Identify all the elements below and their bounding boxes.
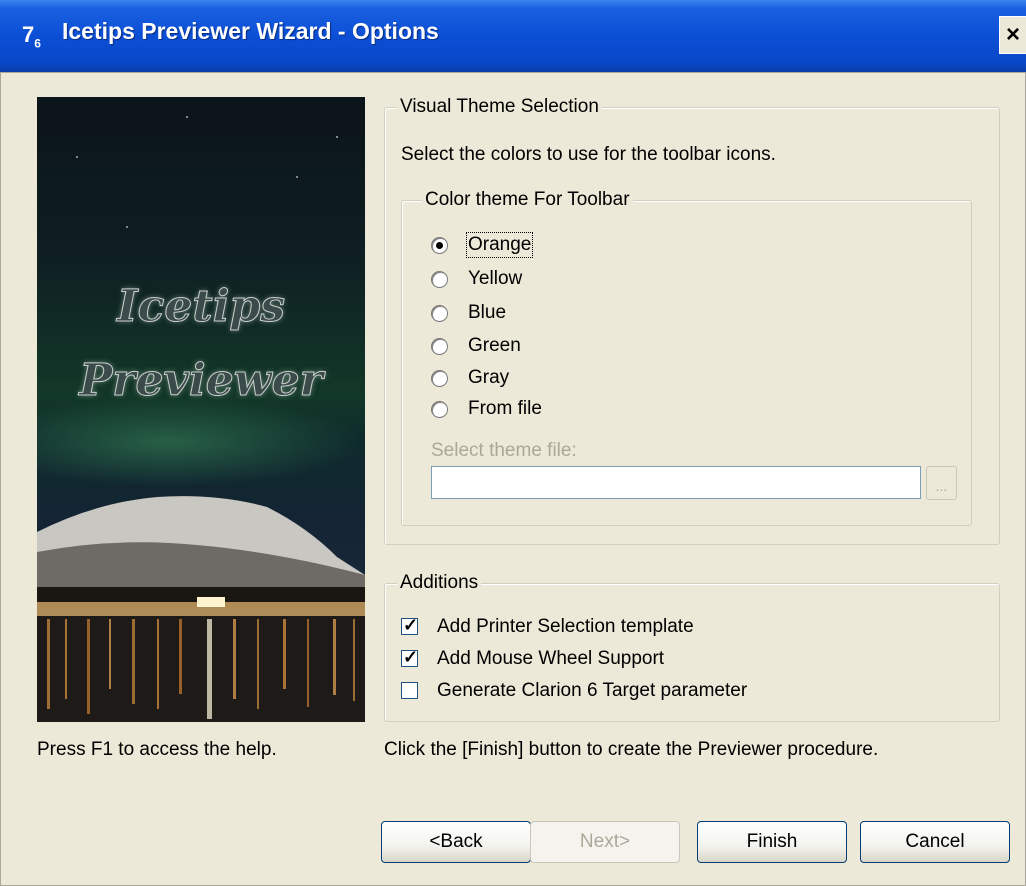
visual-theme-legend: Visual Theme Selection	[397, 96, 602, 118]
checkbox-box: ✓	[401, 647, 419, 667]
theme-file-input[interactable]	[431, 466, 921, 499]
radio-circle	[431, 401, 448, 418]
radio-label: Yellow	[468, 268, 523, 289]
checkbox-box	[401, 682, 418, 699]
window-title: Icetips Previewer Wizard - Options	[62, 18, 439, 44]
checkbox-box: ✓	[401, 615, 419, 635]
banner-image: Icetips Previewer	[37, 97, 365, 722]
back-button[interactable]: <Back	[381, 821, 531, 863]
checkbox-label: Add Mouse Wheel Support	[437, 648, 665, 669]
theme-instruction: Select the colors to use for the toolbar…	[401, 144, 776, 165]
radio-circle	[431, 370, 448, 387]
check-icon: ✓	[403, 615, 419, 635]
radio-label: Gray	[468, 367, 510, 388]
radio-label: Blue	[468, 302, 507, 323]
radio-label: Green	[468, 335, 521, 356]
browse-button[interactable]: ...	[926, 466, 957, 500]
radio-circle	[431, 338, 448, 355]
check-icon: ✓	[403, 647, 419, 667]
cancel-button[interactable]: Cancel	[860, 821, 1010, 863]
clarion-icon: 76	[22, 22, 41, 51]
finish-hint: Click the [Finish] button to create the …	[384, 739, 879, 760]
close-button[interactable]: ×	[999, 16, 1026, 54]
landscape-illustration	[37, 116, 365, 722]
next-button[interactable]: Next>	[530, 821, 680, 863]
checkbox-label: Add Printer Selection template	[437, 616, 694, 637]
radio-circle	[431, 305, 448, 322]
radio-label: From file	[468, 398, 542, 419]
help-hint: Press F1 to access the help.	[37, 739, 277, 760]
theme-file-label: Select theme file:	[431, 440, 577, 461]
title-bar[interactable]: 76 Icetips Previewer Wizard - Options ×	[0, 0, 1026, 72]
additions-legend: Additions	[397, 572, 482, 594]
color-theme-legend: Color theme For Toolbar	[422, 189, 633, 211]
radio-label: Orange	[465, 232, 534, 258]
radio-selected-dot	[436, 242, 443, 249]
finish-button[interactable]: Finish	[697, 821, 847, 863]
radio-circle	[431, 271, 448, 288]
checkbox-label: Generate Clarion 6 Target parameter	[437, 680, 748, 701]
